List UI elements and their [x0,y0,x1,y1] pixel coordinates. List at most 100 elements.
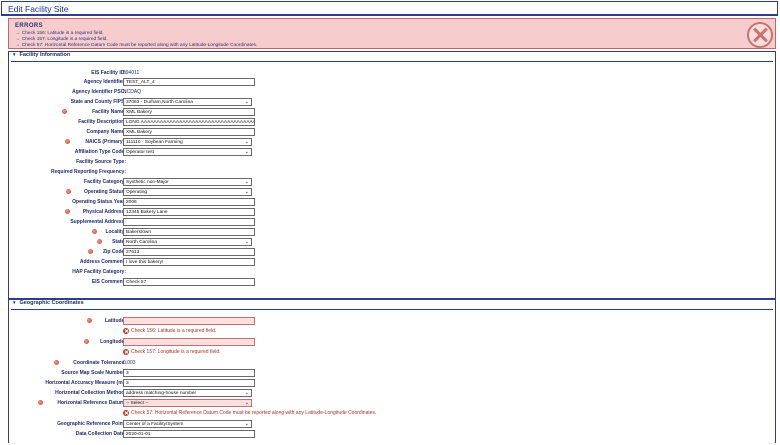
required-dot-icon [66,189,71,194]
chevron-down-icon: ⌄ [244,149,249,155]
physical-address-input[interactable]: 12345 Bakery Lane [123,208,255,216]
agency-identifier-input[interactable]: TEST_ALT_4 [123,78,255,86]
page-title: Edit Facility Site [8,4,69,14]
supplemental-address-input[interactable] [123,218,255,226]
error-message: → Check 157: Longitude is a required fiel… [15,37,108,42]
field-label: Geographic Reference Point: [57,421,126,427]
field-label: State and County FIPS: [70,99,126,105]
operating-status-year-input[interactable]: 2006 [123,198,255,206]
error-x-icon [123,349,129,355]
field-locality: Locality: Bakerstown [9,228,777,237]
facility-description-input[interactable]: LONG AAAAAAAAAAAAAAAAAAAAAAAAAAAAAAAAAAA… [123,118,255,126]
agency-identifier-psc-value: NCDAQ [123,89,142,95]
close-icon[interactable] [747,22,773,48]
field-facility-source-type: Facility Source Type: [9,158,777,167]
field-facility-category: Facility Category: Synthetic non-Major ⌄ [9,178,777,187]
eis-comment-input[interactable]: Check 57 [123,278,255,286]
field-label: Horizontal Collection Method: [55,390,126,396]
chevron-down-icon: ⌄ [244,99,249,105]
field-latitude: Latitude: [9,317,777,326]
field-address-comment: Address Comment: I love this bakery! [9,258,777,267]
field-horizontal-collection-method: Horizontal Collection Method: address ma… [9,389,777,398]
naics-primary-select[interactable]: 111110 - Soybean Farming ⌄ [123,138,252,146]
field-label: Agency Identifier: [83,79,126,85]
field-label: Agency Identifier PSC: [72,89,126,95]
horizontal-reference-datum-select[interactable]: -- Select -- ⌄ [123,399,252,407]
triangle-down-icon: ▼ [12,300,17,305]
field-horizontal-accuracy-measure: Horizontal Accuracy Measure (m): 3 [9,379,777,388]
required-dot-icon [97,239,102,244]
operating-status-select[interactable]: Operating ⌄ [123,188,252,196]
field-facility-name: Facility Name: XML Bakery [9,108,777,117]
field-affiliation-type-code: Affiliation Type Code: Operator test ⌄ [9,148,777,157]
required-dot-icon [65,139,70,144]
chevron-down-icon: ⌄ [244,139,249,145]
field-eis-facility-id: EIS Facility ID: 594011 [9,69,777,78]
arrow-right-icon: → [15,43,20,48]
field-facility-description: Facility Description: LONG AAAAAAAAAAAAA… [9,118,777,127]
source-map-scale-number-input[interactable]: 3 [123,369,255,377]
field-label: EIS Comment: [91,279,126,285]
field-label: Address Comment: [79,259,126,265]
field-horizontal-reference-datum: Horizontal Reference Datum: -- Select --… [9,399,777,408]
field-data-collection-date: Data Collection Date: 2020-01-01 [9,430,777,439]
data-collection-date-input[interactable]: 2020-01-01 [123,430,255,438]
field-label: Facility Description: [78,119,126,125]
chevron-down-icon: ⌄ [244,179,249,185]
field-company-name: Company Name: XML Bakery [9,128,777,137]
required-dot-icon [84,339,89,344]
field-operating-status: Operating Status: Operating ⌄ [9,188,777,197]
geographic-reference-point-select[interactable]: Center of a Facility/System ⌄ [123,420,252,428]
field-physical-address: Physical Address: 12345 Bakery Lane [9,208,777,217]
field-hap-facility-category: HAP Facility Category: [9,268,777,277]
required-dot-icon [62,109,67,114]
facility-category-select[interactable]: Synthetic non-Major ⌄ [123,178,252,186]
field-label: NAICS (Primary): [85,139,126,145]
field-coordinate-tolerance: Coordinate Tolerance: 0.003 [9,359,777,368]
section-heading: Geographic Coordinates [19,300,84,306]
horizontal-accuracy-measure-input[interactable]: 3 [123,379,255,387]
affiliation-type-code-select[interactable]: Operator test ⌄ [123,148,252,156]
field-label: Physical Address: [82,209,126,215]
facility-name-input[interactable]: XML Bakery [123,108,255,116]
errors-heading: Errors [15,23,44,29]
field-label: EIS Facility ID: [91,70,126,76]
facility-information-panel: ▼ Facility Information EIS Facility ID: 5… [8,51,776,299]
geographic-coordinates-toggle[interactable]: ▼ Geographic Coordinates [12,300,84,309]
state-county-fips-select[interactable]: 37063 - Durham,North Carolina ⌄ [123,98,252,106]
field-zip-code: Zip Code: 27613 [9,248,777,257]
field-label: Data Collection Date: [75,431,126,437]
page-header: Edit Facility Site [1,1,778,16]
field-label: Company Name: [86,129,126,135]
field-label: Facility Category: [84,179,126,185]
state-select[interactable]: North Carolina ⌄ [123,238,252,246]
chevron-down-icon: ⌄ [244,239,249,245]
field-label: Facility Name: [92,109,126,115]
field-agency-identifier: Agency Identifier: TEST_ALT_4 [9,78,777,87]
required-dot-icon [38,400,43,405]
required-dot-icon [87,318,92,323]
longitude-input[interactable] [123,338,255,346]
address-comment-input[interactable]: I love this bakery! [123,258,255,266]
field-label: Source Map Scale Number: [61,370,126,376]
zip-code-input[interactable]: 27613 [123,248,255,256]
arrow-right-icon: → [15,31,20,36]
field-label: Operating Status: [84,189,126,195]
eis-facility-id-value: 594011 [123,70,140,76]
error-message: → Check 156: Latitude is a required field… [15,31,104,36]
field-supplemental-address: Supplemental Address: [9,218,777,227]
horizontal-collection-method-select[interactable]: address matching-house number ⌄ [123,389,252,397]
error-message: → Check 57: Horizontal Reference Datum Co… [15,43,258,48]
company-name-input[interactable]: XML Bakery [123,128,255,136]
locality-input[interactable]: Bakerstown [123,228,255,236]
chevron-down-icon: ⌄ [244,390,249,396]
chevron-down-icon: ⌄ [244,189,249,195]
error-summary: Errors → Check 156: Latitude is a require… [8,18,776,49]
divider [11,61,773,62]
facility-information-toggle[interactable]: ▼ Facility Information [12,52,70,61]
field-agency-identifier-psc: Agency Identifier PSC: NCDAQ [9,88,777,97]
required-dot-icon [65,209,70,214]
section-heading: Facility Information [19,52,71,58]
required-dot-icon [92,229,97,234]
latitude-input[interactable] [123,317,255,325]
